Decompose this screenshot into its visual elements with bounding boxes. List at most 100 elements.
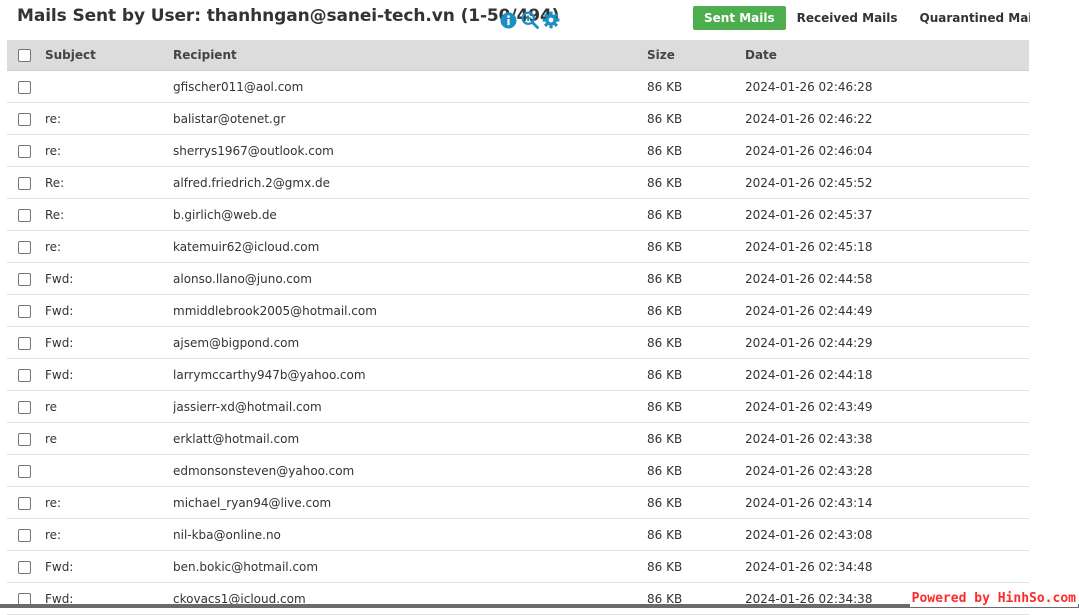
subject-cell: Fwd: (45, 582, 173, 615)
recipient-cell: ben.bokic@hotmail.com (173, 550, 647, 583)
row-checkbox[interactable] (18, 80, 31, 94)
date-cell: 2024-01-26 02:43:49 (745, 390, 1029, 423)
gear-icon[interactable] (541, 11, 560, 30)
row-select-cell (7, 390, 45, 423)
size-cell: 86 KB (647, 166, 745, 199)
column-header-subject[interactable]: Subject (45, 40, 173, 71)
table-row[interactable]: Fwd: ben.bokic@hotmail.com 86 KB 2024-01-26… (7, 550, 1029, 583)
row-checkbox[interactable] (18, 560, 31, 574)
row-select-cell (7, 294, 45, 327)
row-select-cell (7, 454, 45, 487)
recipient-cell: gfischer011@aol.com (173, 70, 647, 103)
column-header-date[interactable]: Date (745, 40, 1029, 71)
row-checkbox[interactable] (18, 400, 31, 414)
row-checkbox[interactable] (18, 240, 31, 254)
date-cell: 2024-01-26 02:46:28 (745, 70, 1029, 103)
mail-table: Subject Recipient Size Date gfischer011@… (7, 40, 1029, 615)
subject-cell: re: (45, 486, 173, 519)
table-row[interactable]: Fwd: alonso.llano@juno.com 86 KB 2024-01-26… (7, 262, 1029, 295)
table-row[interactable]: Re: b.girlich@web.de 86 KB 2024-01-26 02:45… (7, 198, 1029, 231)
page-title: Mails Sent by User: thanhngan@sanei-tech… (17, 6, 560, 26)
row-checkbox[interactable] (18, 464, 31, 478)
table-row[interactable]: re: katemuir62@icloud.com 86 KB 2024-01-26 … (7, 230, 1029, 263)
tab-received-mails[interactable]: Received Mails (786, 6, 909, 30)
table-row[interactable]: Fwd: ckovacs1@icloud.com 86 KB 2024-01-26 0… (7, 582, 1029, 615)
subject-cell: Fwd: (45, 262, 173, 295)
column-header-recipient[interactable]: Recipient (173, 40, 647, 71)
row-checkbox[interactable] (18, 368, 31, 382)
title-icon-group (499, 10, 560, 30)
column-header-size[interactable]: Size (647, 40, 745, 71)
row-select-cell (7, 102, 45, 135)
row-select-cell (7, 134, 45, 167)
row-checkbox[interactable] (18, 336, 31, 350)
size-cell: 86 KB (647, 550, 745, 583)
recipient-cell: balistar@otenet.gr (173, 102, 647, 135)
date-cell: 2024-01-26 02:34:48 (745, 550, 1029, 583)
row-select-cell (7, 262, 45, 295)
recipient-cell: alfred.friedrich.2@gmx.de (173, 166, 647, 199)
size-cell: 86 KB (647, 454, 745, 487)
date-cell: 2024-01-26 02:44:49 (745, 294, 1029, 327)
row-checkbox[interactable] (18, 528, 31, 542)
tab-sent-mails[interactable]: Sent Mails (693, 6, 786, 30)
row-select-cell (7, 550, 45, 583)
watermark-text: Powered by HinhSo.com (909, 591, 1078, 607)
zoom-in-icon[interactable] (520, 11, 539, 30)
table-row[interactable]: re erklatt@hotmail.com 86 KB 2024-01-26 02:… (7, 422, 1029, 455)
subject-cell: re (45, 422, 173, 455)
row-checkbox[interactable] (18, 272, 31, 286)
date-cell: 2024-01-26 02:46:22 (745, 102, 1029, 135)
size-cell: 86 KB (647, 102, 745, 135)
select-all-checkbox[interactable] (18, 49, 31, 62)
size-cell: 86 KB (647, 390, 745, 423)
table-row[interactable]: Fwd: larrymccarthy947b@yahoo.com 86 KB 2024… (7, 358, 1029, 391)
row-checkbox[interactable] (18, 112, 31, 126)
row-checkbox[interactable] (18, 432, 31, 446)
row-checkbox[interactable] (18, 208, 31, 222)
mail-log-panel: Mails Sent by User: thanhngan@sanei-tech… (0, 0, 1044, 615)
row-select-cell (7, 198, 45, 231)
recipient-cell: katemuir62@icloud.com (173, 230, 647, 263)
subject-cell: re: (45, 518, 173, 551)
subject-cell: Fwd: (45, 326, 173, 359)
table-row[interactable]: edmonsonsteven@yahoo.com 86 KB 2024-01-26 … (7, 454, 1029, 487)
size-cell: 86 KB (647, 262, 745, 295)
date-cell: 2024-01-26 02:43:14 (745, 486, 1029, 519)
row-select-cell (7, 582, 45, 615)
date-cell: 2024-01-26 02:43:28 (745, 454, 1029, 487)
row-checkbox[interactable] (18, 304, 31, 318)
table-row[interactable]: re: sherrys1967@outlook.com 86 KB 2024-01-2… (7, 134, 1029, 167)
table-row[interactable]: re: michael_ryan94@live.com 86 KB 2024-01-2… (7, 486, 1029, 519)
subject-cell: Re: (45, 166, 173, 199)
date-cell: 2024-01-26 02:44:29 (745, 326, 1029, 359)
table-row[interactable]: Re: alfred.friedrich.2@gmx.de 86 KB 2024-01… (7, 166, 1029, 199)
row-checkbox[interactable] (18, 176, 31, 190)
recipient-cell: jassierr-xd@hotmail.com (173, 390, 647, 423)
date-cell: 2024-01-26 02:45:37 (745, 198, 1029, 231)
table-row[interactable]: gfischer011@aol.com 86 KB 2024-01-26 02:46… (7, 70, 1029, 103)
size-cell: 86 KB (647, 582, 745, 615)
row-checkbox[interactable] (18, 496, 31, 510)
table-row[interactable]: re: balistar@otenet.gr 86 KB 2024-01-26 02:… (7, 102, 1029, 135)
size-cell: 86 KB (647, 230, 745, 263)
size-cell: 86 KB (647, 198, 745, 231)
table-row[interactable]: Fwd: mmiddlebrook2005@hotmail.com 86 KB 202… (7, 294, 1029, 327)
subject-cell: re (45, 390, 173, 423)
row-checkbox[interactable] (18, 144, 31, 158)
row-select-cell (7, 358, 45, 391)
subject-cell: Fwd: (45, 358, 173, 391)
table-row[interactable]: re jassierr-xd@hotmail.com 86 KB 2024-01-26… (7, 390, 1029, 423)
subject-cell: re: (45, 102, 173, 135)
info-icon[interactable] (499, 11, 518, 30)
date-cell: 2024-01-26 02:45:18 (745, 230, 1029, 263)
row-select-cell (7, 326, 45, 359)
date-cell: 2024-01-26 02:43:08 (745, 518, 1029, 551)
subject-cell: Re: (45, 198, 173, 231)
size-cell: 86 KB (647, 422, 745, 455)
row-select-cell (7, 422, 45, 455)
table-row[interactable]: re: nil-kba@online.no 86 KB 2024-01-26 02:4… (7, 518, 1029, 551)
row-select-cell (7, 230, 45, 263)
table-body: gfischer011@aol.com 86 KB 2024-01-26 02:46… (7, 70, 1029, 615)
table-row[interactable]: Fwd: ajsem@bigpond.com 86 KB 2024-01-26 02:… (7, 326, 1029, 359)
